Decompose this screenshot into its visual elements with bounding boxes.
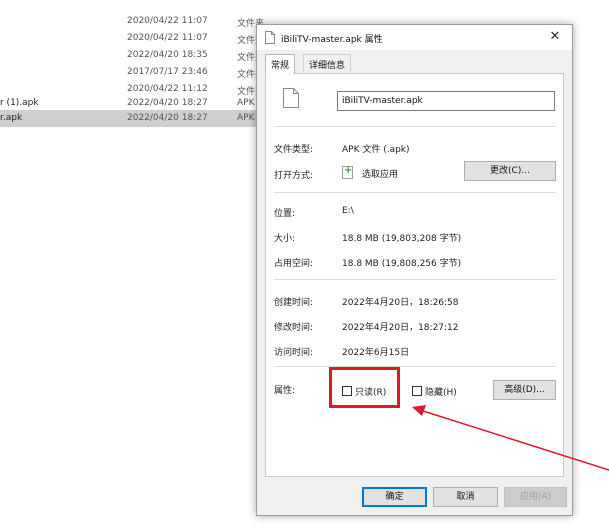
- file-row[interactable]: 2020/04/22 11:07 文件夹: [0, 30, 270, 47]
- size-on-disk-label: 占用空间:: [274, 259, 314, 269]
- file-date: 2022/04/20 18:35: [127, 50, 208, 60]
- file-date: 2022/04/20 18:27: [127, 98, 208, 108]
- created-value: 2022年4月20日，18:26:58: [342, 298, 459, 308]
- file-type: APK: [237, 98, 255, 108]
- divider: [274, 366, 556, 367]
- location-label: 位置:: [274, 209, 296, 219]
- dialog-title: iBiliTV-master.apk 属性: [281, 35, 383, 45]
- hidden-checkbox[interactable]: [412, 386, 422, 396]
- dialog-titlebar[interactable]: iBiliTV-master.apk 属性 ✕: [257, 25, 572, 50]
- size-on-disk-value: 18.8 MB (19,808,256 字节): [342, 259, 462, 269]
- close-button[interactable]: ✕: [540, 26, 570, 48]
- file-row[interactable]: 2017/07/17 23:46 文件夹: [0, 64, 270, 81]
- hidden-label[interactable]: 隐藏(H): [425, 385, 457, 398]
- annotation-box: [329, 367, 400, 408]
- app-picker-icon: [342, 165, 353, 179]
- file-date: 2020/04/22 11:12: [127, 84, 208, 94]
- modified-label: 修改时间:: [274, 323, 314, 333]
- location-value: E:\: [342, 206, 354, 216]
- file-name: r (1).apk: [0, 98, 39, 108]
- accessed-value: 2022年6月15日: [342, 348, 410, 358]
- open-with-label: 打开方式:: [274, 171, 314, 181]
- advanced-button[interactable]: 高级(D)...: [493, 380, 556, 400]
- file-date: 2020/04/22 11:07: [127, 16, 208, 26]
- modified-value: 2022年4月20日，18:27:12: [342, 323, 459, 333]
- file-date: 2022/04/20 18:27: [127, 113, 208, 123]
- size-label: 大小:: [274, 234, 296, 244]
- properties-dialog: iBiliTV-master.apk 属性 ✕ 常规 详细信息 文件类型: AP…: [256, 24, 573, 516]
- file-name: r.apk: [0, 113, 23, 123]
- file-type: APK: [237, 113, 255, 123]
- ok-button[interactable]: 确定: [362, 487, 427, 507]
- divider: [274, 192, 556, 193]
- file-type-label: 文件类型:: [274, 145, 314, 155]
- size-value: 18.8 MB (19,803,208 字节): [342, 234, 462, 244]
- divider: [274, 279, 556, 280]
- file-row[interactable]: 2020/04/22 11:07 文件夹: [0, 13, 270, 30]
- file-date: 2020/04/22 11:07: [127, 33, 208, 43]
- tab-general[interactable]: 常规: [265, 54, 296, 74]
- file-date: 2017/07/17 23:46: [127, 67, 208, 77]
- apply-button[interactable]: 应用(A): [504, 487, 567, 507]
- created-label: 创建时间:: [274, 298, 314, 308]
- file-row[interactable]: 2022/04/20 18:35 文件夹: [0, 47, 270, 64]
- close-icon: ✕: [549, 29, 561, 44]
- tab-details[interactable]: 详细信息: [303, 54, 352, 72]
- file-icon: [265, 31, 275, 44]
- cancel-button[interactable]: 取消: [433, 487, 498, 507]
- open-with-value: 选取应用: [362, 170, 399, 180]
- divider: [274, 126, 556, 127]
- general-panel: 文件类型: APK 文件 (.apk) 打开方式: 选取应用 更改(C)... …: [265, 73, 564, 477]
- change-button[interactable]: 更改(C)...: [464, 161, 556, 181]
- accessed-label: 访问时间:: [274, 348, 314, 358]
- file-name-field[interactable]: [337, 91, 555, 111]
- file-icon: [283, 88, 299, 108]
- attributes-label: 属性:: [274, 386, 296, 396]
- file-type-value: APK 文件 (.apk): [342, 145, 410, 155]
- file-row-selected[interactable]: r.apk 2022/04/20 18:27 APK: [0, 110, 270, 127]
